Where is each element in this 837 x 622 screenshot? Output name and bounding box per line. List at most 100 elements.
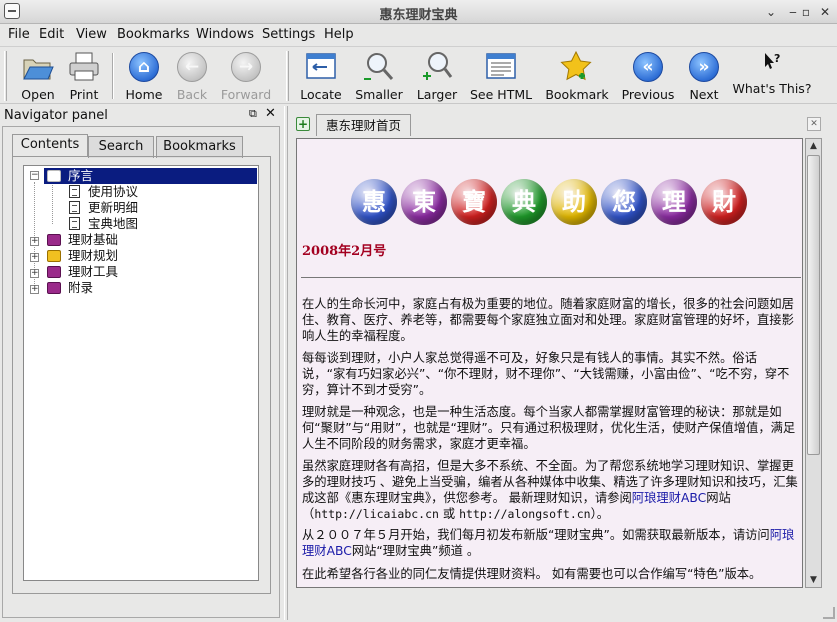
page-icon xyxy=(69,217,80,230)
banner-char: 您 xyxy=(601,179,647,225)
home-label: Home xyxy=(125,87,163,102)
larger-label: Larger xyxy=(416,87,458,102)
menu-bookmarks[interactable]: Bookmarks xyxy=(117,27,190,42)
print-button[interactable]: Print xyxy=(62,49,106,103)
whats-this-button[interactable]: ? What's This? xyxy=(732,49,812,103)
zoom-in-icon xyxy=(420,51,454,83)
close-tab-icon[interactable]: ✕ xyxy=(807,117,821,131)
home-button[interactable]: ⌂ Home xyxy=(120,49,168,103)
scroll-up-icon[interactable]: ▲ xyxy=(806,139,821,153)
menu-help[interactable]: Help xyxy=(324,27,354,42)
locate-icon xyxy=(304,51,338,83)
tree-item-label: 理财基础 xyxy=(68,232,119,247)
paragraph-6: 在此希望各行各业的同仁友情提供理财资料。 如有需要也可以合作编写“特色”版本。 xyxy=(302,567,762,581)
url-licaiabc[interactable]: http://licaiabc.cn xyxy=(314,507,439,521)
expand-toggle-appendix[interactable]: + xyxy=(30,285,39,294)
banner-char: 惠 xyxy=(351,179,397,225)
previous-button[interactable]: « Previous xyxy=(620,49,676,103)
url-alongsoft[interactable]: http://alongsoft.cn xyxy=(459,507,591,521)
book-icon xyxy=(47,282,61,294)
smaller-button[interactable]: Smaller xyxy=(354,49,404,103)
paragraph-3: 理财就是一种观念，也是一种生活态度。每个当家人都需掌握财富管理的秘诀：那就是如何… xyxy=(302,405,796,451)
abc-link[interactable]: 阿琅理财ABC xyxy=(632,491,706,505)
back-button[interactable]: ← Back xyxy=(170,49,214,103)
folder-icon xyxy=(47,250,61,262)
locate-label: Locate xyxy=(300,87,342,102)
issue-heading: 2008年2月号 xyxy=(302,244,387,259)
banner-char: 東 xyxy=(401,179,447,225)
menu-edit[interactable]: Edit xyxy=(39,27,64,42)
home-icon: ⌂ xyxy=(127,51,161,83)
navigator-header: Navigator panel ⧉ ✕ xyxy=(0,106,281,126)
resize-grip[interactable] xyxy=(823,607,835,619)
tree-item-preface[interactable]: 序言 xyxy=(44,168,257,184)
close-panel-icon[interactable]: ✕ xyxy=(265,106,276,121)
next-label: Next xyxy=(689,87,719,102)
document-tab-bar: + 惠东理财首页 ✕ xyxy=(294,114,828,136)
menu-bar: File Edit View Bookmarks Windows Setting… xyxy=(0,24,837,46)
tab-contents[interactable]: Contents xyxy=(12,134,88,157)
larger-button[interactable]: Larger xyxy=(414,49,460,103)
scroll-down-icon[interactable]: ▼ xyxy=(806,573,821,587)
open-book-icon xyxy=(47,170,61,182)
document-view[interactable]: 惠 東 寶 典 助 您 理 財 2008年2月号 在人的生命长河中，家庭占有极为… xyxy=(296,138,803,588)
back-label: Back xyxy=(176,87,208,102)
see-html-label: See HTML xyxy=(470,87,533,102)
bookmark-button[interactable]: Bookmark xyxy=(544,49,610,103)
see-html-button[interactable]: See HTML xyxy=(470,49,532,103)
menu-file[interactable]: File xyxy=(8,27,30,42)
paragraph-4: 虽然家庭理财各有高招，但是大多不系统、不全面。为了帮您系统地学习理财知识、掌握更… xyxy=(302,458,799,522)
new-tab-icon[interactable]: + xyxy=(296,117,310,131)
tree-item-label: 序言 xyxy=(68,168,94,183)
previous-label: Previous xyxy=(621,87,675,102)
tree-item-label: 理财规划 xyxy=(68,248,119,263)
open-label: Open xyxy=(21,87,55,102)
next-button[interactable]: » Next xyxy=(684,49,724,103)
html-source-icon xyxy=(484,51,518,83)
tab-document-home[interactable]: 惠东理财首页 xyxy=(316,114,411,136)
page-icon xyxy=(69,185,80,198)
smaller-label: Smaller xyxy=(355,87,403,102)
document-scrollbar[interactable]: ▲ ▼ xyxy=(805,138,822,588)
scroll-thumb[interactable] xyxy=(807,155,820,455)
printer-icon xyxy=(67,51,101,83)
shade-button[interactable]: ⌄ xyxy=(762,3,780,21)
tab-bookmarks[interactable]: Bookmarks xyxy=(156,136,243,158)
paragraph-4-or: 或 xyxy=(438,507,460,521)
menu-windows[interactable]: Windows xyxy=(196,27,254,42)
expand-toggle-planning[interactable]: + xyxy=(30,253,39,262)
open-button[interactable]: Open xyxy=(14,49,62,103)
toolbar-grip[interactable] xyxy=(4,51,7,101)
menu-view[interactable]: View xyxy=(76,27,107,42)
expand-toggle-tools[interactable]: + xyxy=(30,269,39,278)
tree-item-label: 附录 xyxy=(68,280,94,295)
banner-char: 助 xyxy=(551,179,597,225)
zoom-out-icon xyxy=(362,51,396,83)
locate-button[interactable]: Locate xyxy=(298,49,344,103)
back-arrow-icon: ← xyxy=(175,51,209,83)
banner-char: 財 xyxy=(701,179,747,225)
expand-toggle-preface[interactable]: − xyxy=(30,171,39,180)
paragraph-5-text: 从２００７年５月开始，我们每月初发布新版“理财宝典”。如需获取最新版本，请访问 xyxy=(302,528,770,542)
star-bookmark-icon xyxy=(560,50,594,83)
svg-text:?: ? xyxy=(774,52,780,65)
book-icon xyxy=(47,266,61,278)
undock-icon[interactable]: ⧉ xyxy=(249,107,257,121)
title-bar: 惠东理财宝典 ⌄ ‒ ▫ ✕ xyxy=(0,0,837,24)
panel-splitter[interactable] xyxy=(284,106,288,620)
tab-search[interactable]: Search xyxy=(88,136,154,158)
menu-settings[interactable]: Settings xyxy=(262,27,315,42)
previous-icon: « xyxy=(631,51,665,83)
forward-arrow-icon: → xyxy=(229,51,263,83)
maximize-button[interactable]: ▫ xyxy=(797,3,815,21)
print-label: Print xyxy=(69,87,99,102)
contents-tree[interactable]: − 序言 使用协议 更新明细 宝典地图 + 理财基础 + 理财规划 + 理财工具… xyxy=(23,165,259,581)
expand-toggle-basics[interactable]: + xyxy=(30,237,39,246)
toolbar-grip-2[interactable] xyxy=(286,51,289,101)
forward-button[interactable]: → Forward xyxy=(220,49,272,103)
folder-open-icon xyxy=(21,51,55,83)
navigator-title: Navigator panel xyxy=(4,108,108,123)
close-window-button[interactable]: ✕ xyxy=(816,3,834,21)
main-toolbar: Open Print ⌂ Home ← Back → Forward Locat… xyxy=(0,46,837,104)
divider xyxy=(301,277,801,278)
